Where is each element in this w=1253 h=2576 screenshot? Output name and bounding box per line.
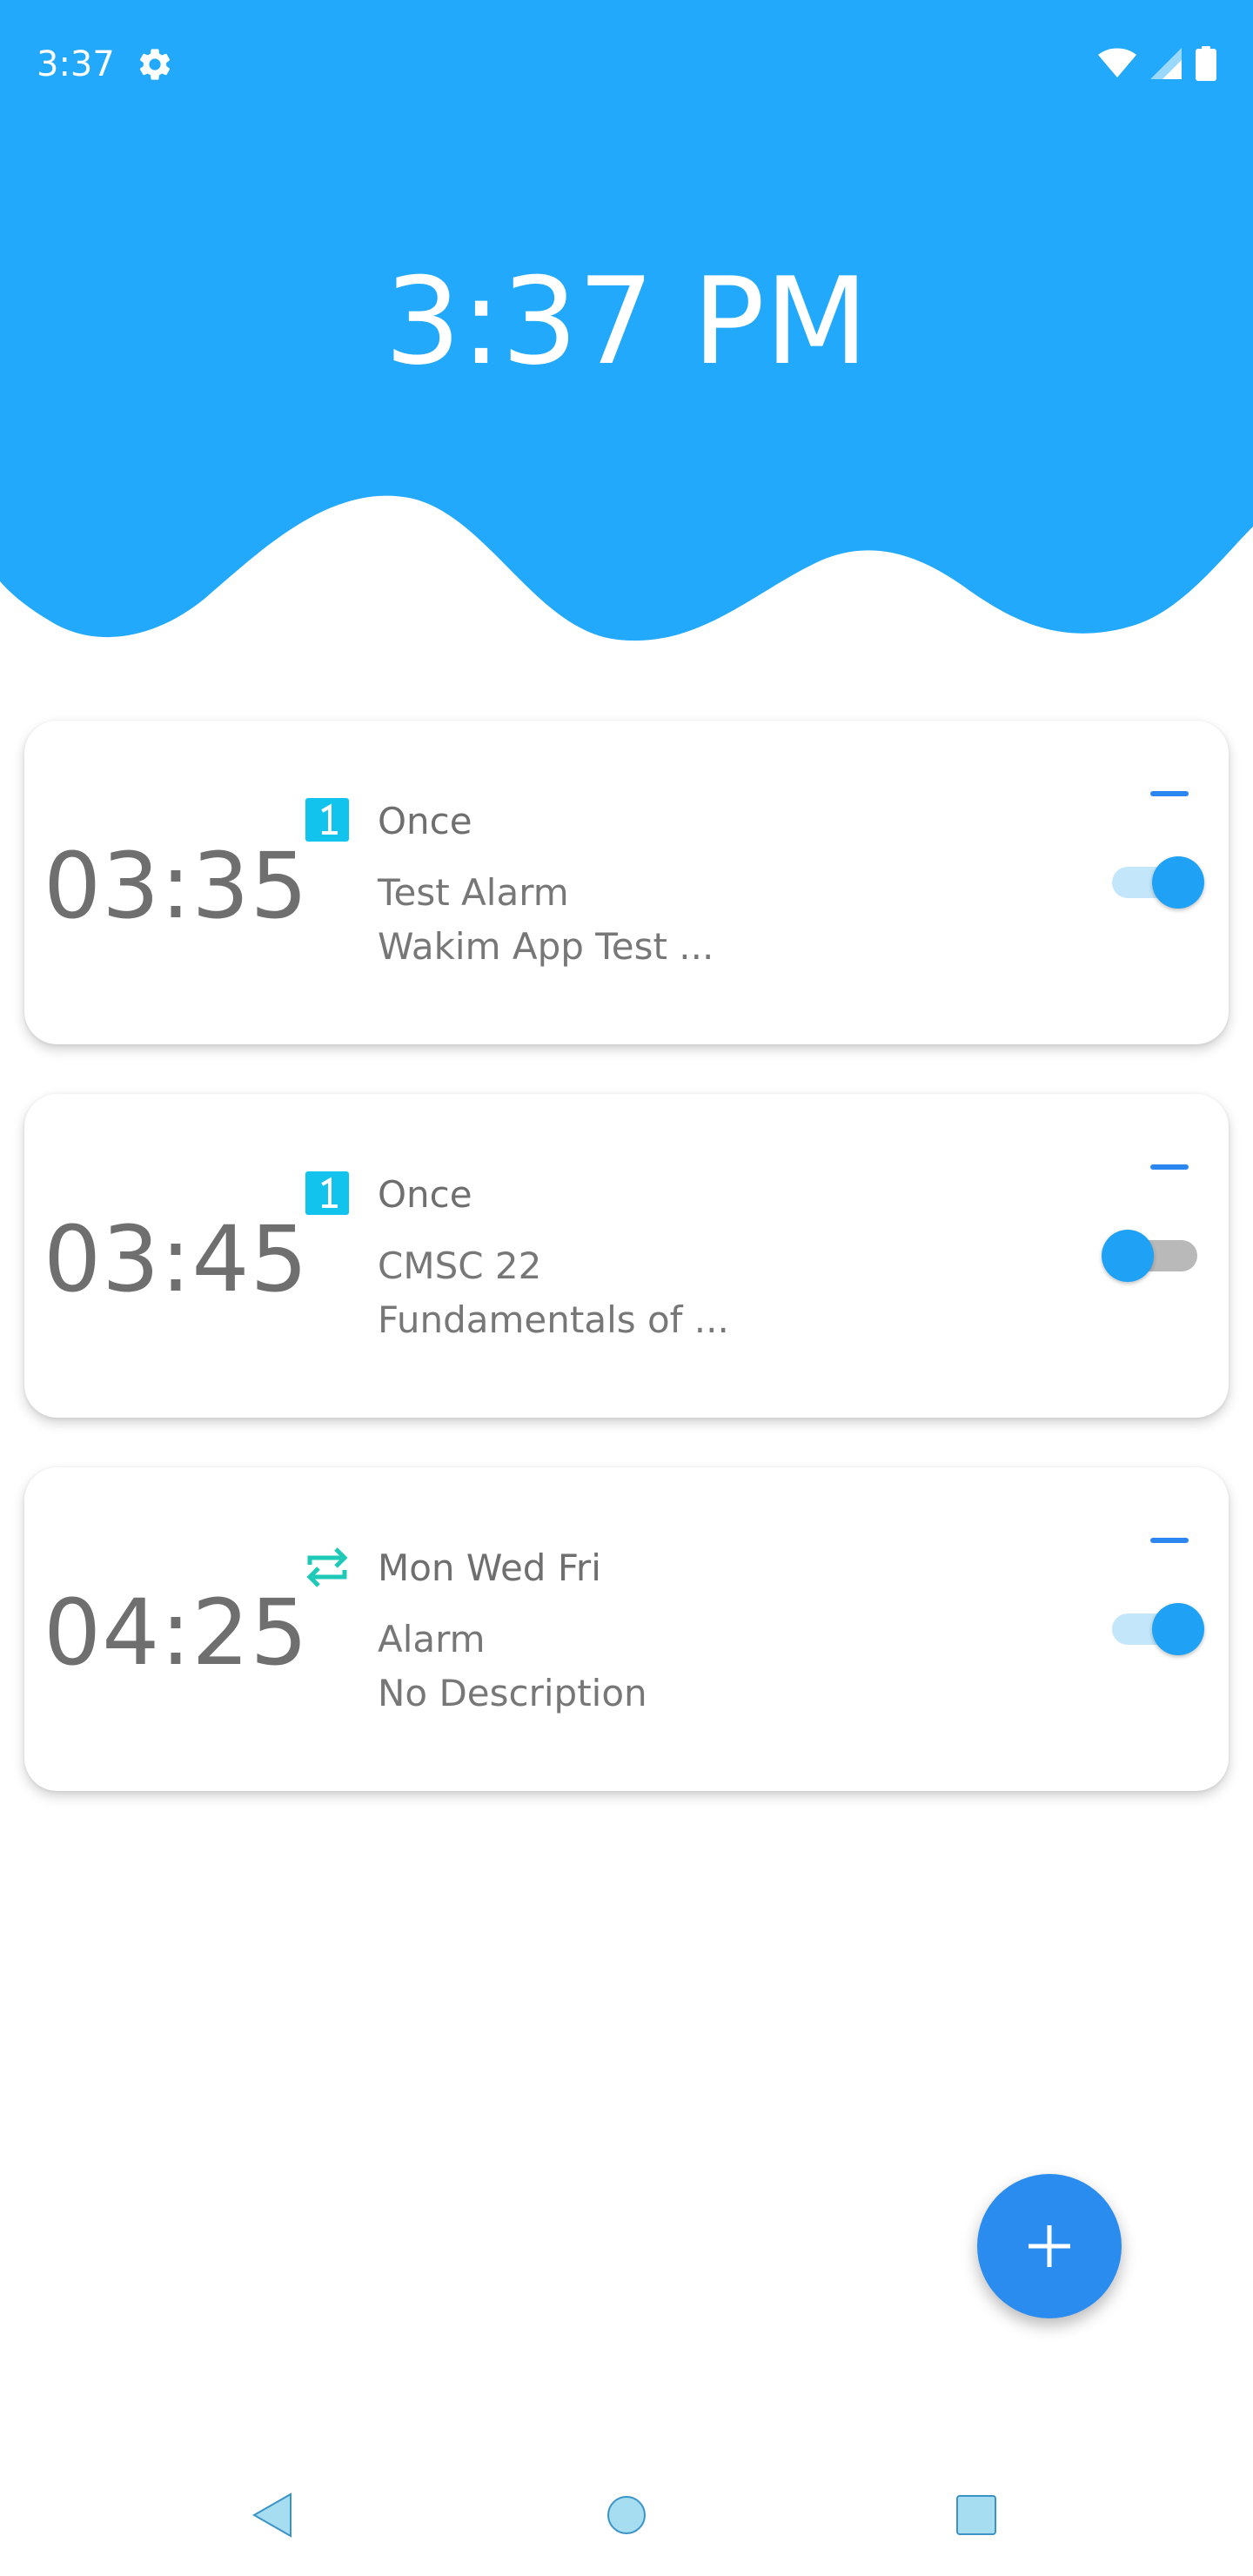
wifi-icon	[1098, 48, 1136, 77]
alarm-time: 03:35	[44, 833, 309, 939]
battery-icon	[1196, 46, 1216, 81]
status-icons	[1098, 44, 1216, 84]
add-alarm-button[interactable]	[977, 2174, 1122, 2318]
system-navigation-bar	[0, 2454, 1253, 2576]
alarm-enabled-toggle[interactable]	[1102, 848, 1206, 917]
alarm-description: Fundamentals of ...	[378, 1298, 729, 1341]
alarm-repeat-label: Once	[378, 1173, 472, 1216]
delete-alarm-button[interactable]	[1149, 1519, 1190, 1561]
once-calendar-icon	[305, 1171, 349, 1215]
toggle-thumb	[1152, 856, 1204, 909]
delete-alarm-button[interactable]	[1149, 1146, 1190, 1188]
status-time: 3:37	[37, 44, 115, 84]
recents-icon[interactable]	[941, 2480, 1011, 2550]
alarm-app-screen: 3:37 3:37 PM 03:35 Once Test Alarm Wakim…	[0, 0, 1253, 2576]
settings-gear-icon	[139, 49, 171, 80]
alarm-time: 03:45	[44, 1206, 309, 1312]
current-time-display: 3:37 PM	[384, 252, 869, 392]
home-icon[interactable]	[592, 2480, 661, 2550]
alarm-title: CMSC 22	[378, 1244, 542, 1287]
back-icon[interactable]	[238, 2480, 308, 2550]
alarm-enabled-toggle[interactable]	[1102, 1221, 1206, 1291]
delete-alarm-button[interactable]	[1149, 773, 1190, 815]
alarm-time: 04:25	[44, 1580, 309, 1686]
repeat-icon	[306, 1547, 348, 1587]
alarm-card[interactable]: 03:45 Once CMSC 22 Fundamentals of ...	[24, 1094, 1229, 1418]
minus-icon	[1150, 1164, 1189, 1170]
alarm-card[interactable]: 04:25 Mon Wed Fri Alarm No Description	[24, 1467, 1229, 1791]
alarm-description: No Description	[378, 1672, 647, 1714]
toggle-thumb	[1152, 1603, 1204, 1655]
alarm-card[interactable]: 03:35 Once Test Alarm Wakim App Test ...	[24, 721, 1229, 1044]
alarm-title: Alarm	[378, 1618, 486, 1660]
minus-icon	[1150, 1538, 1189, 1543]
minus-icon	[1150, 791, 1189, 796]
alarm-enabled-toggle[interactable]	[1102, 1594, 1206, 1664]
alarm-description: Wakim App Test ...	[378, 925, 714, 968]
alarm-title: Test Alarm	[378, 871, 569, 914]
alarm-repeat-label: Mon Wed Fri	[378, 1546, 601, 1589]
alarm-repeat-label: Once	[378, 800, 472, 842]
toggle-thumb	[1102, 1230, 1154, 1282]
cell-signal-icon	[1150, 48, 1182, 79]
status-bar: 3:37	[0, 0, 1253, 129]
plus-icon	[1029, 2225, 1070, 2267]
once-calendar-icon	[305, 798, 349, 842]
